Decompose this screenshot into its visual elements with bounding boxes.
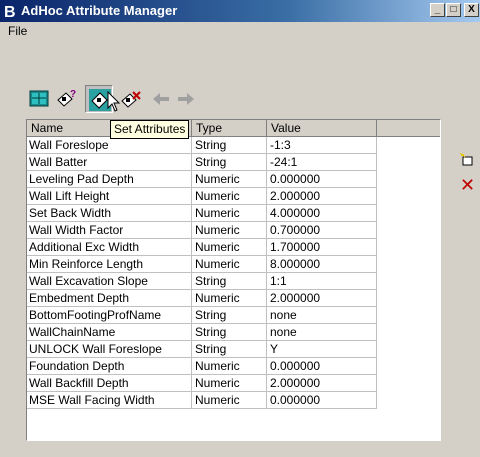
name-cell[interactable]: Foundation Depth — [27, 358, 192, 375]
table-row[interactable]: UNLOCK Wall Foreslope String Y — [27, 341, 377, 358]
value-cell[interactable]: 0.700000 — [267, 222, 377, 239]
column-header-value[interactable]: Value — [267, 120, 377, 137]
table-row[interactable]: Wall Batter String -24:1 — [27, 154, 377, 171]
menu-file[interactable]: File — [8, 24, 27, 38]
new-attribute-icon[interactable] — [460, 153, 474, 167]
type-cell[interactable]: String — [192, 324, 267, 341]
svg-text:?: ? — [70, 89, 76, 100]
table-row[interactable]: Additional Exc Width Numeric 1.700000 — [27, 239, 377, 256]
name-cell[interactable]: BottomFootingProfName — [27, 307, 192, 324]
table-row[interactable]: BottomFootingProfName String none — [27, 307, 377, 324]
menu-bar: File — [0, 22, 480, 41]
column-header-type[interactable]: Type — [192, 120, 267, 137]
query-attributes-button[interactable]: ? — [53, 86, 81, 114]
type-cell[interactable]: Numeric — [192, 358, 267, 375]
delete-attributes-icon — [121, 91, 141, 108]
arrow-right-icon — [178, 93, 194, 105]
value-cell[interactable]: none — [267, 324, 377, 341]
value-cell[interactable]: none — [267, 307, 377, 324]
table-row[interactable]: Wall Width Factor Numeric 0.700000 — [27, 222, 377, 239]
type-cell[interactable]: Numeric — [192, 290, 267, 307]
table-row[interactable]: Set Back Width Numeric 4.000000 — [27, 205, 377, 222]
table-row[interactable]: Wall Foreslope String -1:3 — [27, 137, 377, 154]
value-cell[interactable]: 1:1 — [267, 273, 377, 290]
value-cell[interactable]: Y — [267, 341, 377, 358]
minimize-button[interactable]: _ — [430, 3, 445, 17]
arrow-left-icon — [153, 93, 169, 105]
value-cell[interactable]: 8.000000 — [267, 256, 377, 273]
previous-button[interactable] — [148, 86, 176, 114]
mouse-cursor-icon — [107, 91, 121, 112]
type-cell[interactable]: String — [192, 154, 267, 171]
attributes-grid[interactable]: Name Type Value Wall Foreslope String -1… — [26, 119, 441, 441]
delete-attributes-button[interactable] — [117, 86, 145, 114]
name-cell[interactable]: Wall Foreslope — [27, 137, 192, 154]
value-cell[interactable]: -1:3 — [267, 137, 377, 154]
name-cell[interactable]: Wall Lift Height — [27, 188, 192, 205]
value-cell[interactable]: 0.000000 — [267, 358, 377, 375]
table-row[interactable]: Wall Excavation Slope String 1:1 — [27, 273, 377, 290]
table-row[interactable]: WallChainName String none — [27, 324, 377, 341]
value-cell[interactable]: 1.700000 — [267, 239, 377, 256]
type-cell[interactable]: String — [192, 307, 267, 324]
table-row[interactable]: Embedment Depth Numeric 2.000000 — [27, 290, 377, 307]
table-row[interactable]: Foundation Depth Numeric 0.000000 — [27, 358, 377, 375]
name-cell[interactable]: Wall Backfill Depth — [27, 375, 192, 392]
name-cell[interactable]: WallChainName — [27, 324, 192, 341]
name-cell[interactable]: Wall Width Factor — [27, 222, 192, 239]
name-cell[interactable]: Min Reinforce Length — [27, 256, 192, 273]
type-cell[interactable]: String — [192, 273, 267, 290]
window-title: AdHoc Attribute Manager — [21, 3, 178, 18]
table-row[interactable]: Leveling Pad Depth Numeric 0.000000 — [27, 171, 377, 188]
tooltip: Set Attributes — [110, 120, 190, 139]
next-button[interactable] — [173, 86, 201, 114]
type-cell[interactable]: String — [192, 341, 267, 358]
type-cell[interactable]: Numeric — [192, 222, 267, 239]
title-bar[interactable]: B AdHoc Attribute Manager _ □ X — [0, 0, 480, 22]
query-attributes-icon: ? — [57, 89, 76, 107]
name-cell[interactable]: Embedment Depth — [27, 290, 192, 307]
value-cell[interactable]: 2.000000 — [267, 188, 377, 205]
name-cell[interactable]: Wall Batter — [27, 154, 192, 171]
table-row[interactable]: Min Reinforce Length Numeric 8.000000 — [27, 256, 377, 273]
table-row[interactable]: MSE Wall Facing Width Numeric 0.000000 — [27, 392, 377, 409]
table-button[interactable] — [26, 86, 54, 114]
name-cell[interactable]: Leveling Pad Depth — [27, 171, 192, 188]
type-cell[interactable]: Numeric — [192, 171, 267, 188]
table-row[interactable]: Wall Backfill Depth Numeric 2.000000 — [27, 375, 377, 392]
type-cell[interactable]: Numeric — [192, 392, 267, 409]
value-cell[interactable]: 0.000000 — [267, 171, 377, 188]
name-cell[interactable]: Additional Exc Width — [27, 239, 192, 256]
app-logo-icon: B — [4, 4, 16, 19]
type-cell[interactable]: Numeric — [192, 205, 267, 222]
table-row[interactable]: Wall Lift Height Numeric 2.000000 — [27, 188, 377, 205]
type-cell[interactable]: Numeric — [192, 375, 267, 392]
name-cell[interactable]: Set Back Width — [27, 205, 192, 222]
maximize-button[interactable]: □ — [446, 3, 461, 17]
header-filler — [377, 120, 440, 137]
close-button[interactable]: X — [464, 3, 479, 17]
value-cell[interactable]: 4.000000 — [267, 205, 377, 222]
value-cell[interactable]: 0.000000 — [267, 392, 377, 409]
type-cell[interactable]: String — [192, 137, 267, 154]
name-cell[interactable]: Wall Excavation Slope — [27, 273, 192, 290]
type-cell[interactable]: Numeric — [192, 188, 267, 205]
svg-text:B: B — [4, 4, 16, 19]
value-cell[interactable]: 2.000000 — [267, 290, 377, 307]
type-cell[interactable]: Numeric — [192, 239, 267, 256]
type-cell[interactable]: Numeric — [192, 256, 267, 273]
value-cell[interactable]: -24:1 — [267, 154, 377, 171]
delete-icon[interactable]: ✕ — [460, 176, 475, 194]
table-icon — [29, 90, 49, 107]
name-cell[interactable]: UNLOCK Wall Foreslope — [27, 341, 192, 358]
value-cell[interactable]: 2.000000 — [267, 375, 377, 392]
name-cell[interactable]: MSE Wall Facing Width — [27, 392, 192, 409]
toolbar — [0, 41, 480, 81]
